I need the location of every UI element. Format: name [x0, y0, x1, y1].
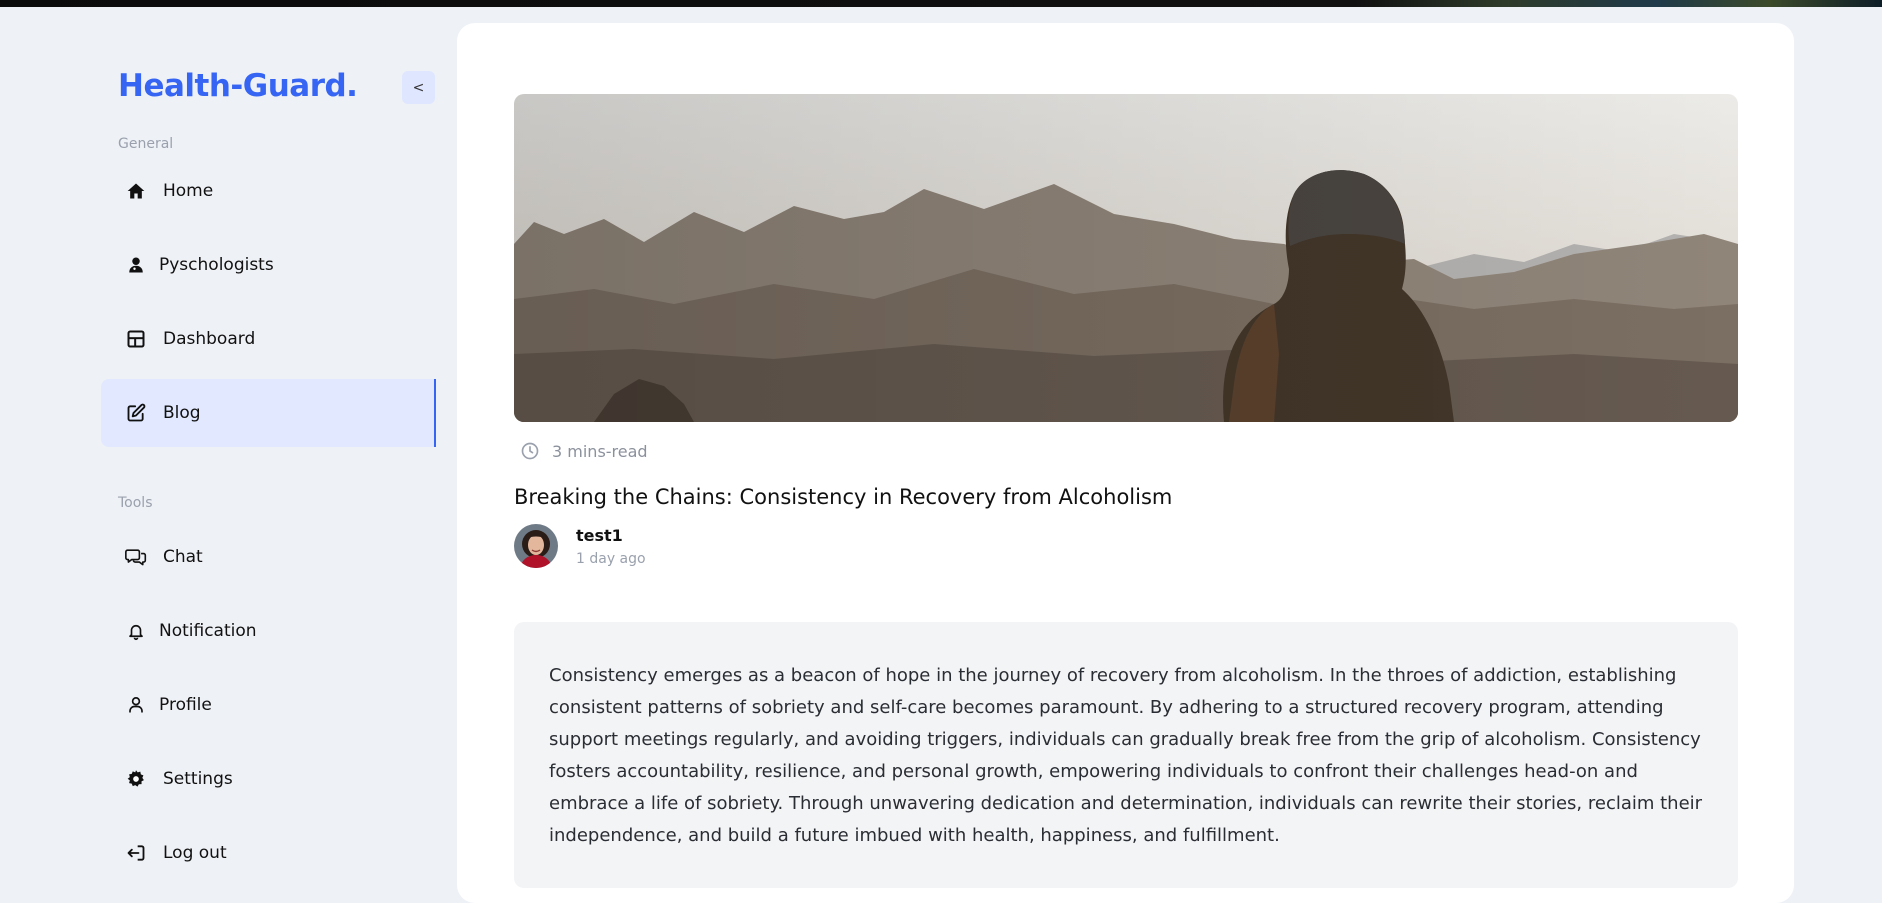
post-title: Breaking the Chains: Consistency in Reco… — [514, 485, 1173, 509]
sidebar-item-profile[interactable]: Profile — [101, 671, 436, 739]
author-name[interactable]: test1 — [576, 526, 646, 545]
post-body: Consistency emerges as a beacon of hope … — [549, 665, 1703, 846]
sidebar-item-label: Log out — [163, 843, 227, 863]
sidebar-item-label: Pyschologists — [159, 255, 274, 275]
post-date: 1 day ago — [576, 550, 646, 567]
sidebar-item-label: Notification — [159, 621, 257, 641]
blog-post-panel: 3 mins-read Breaking the Chains: Consist… — [457, 23, 1794, 903]
sidebar-item-blog[interactable]: Blog — [101, 379, 436, 447]
top-banner-strip — [0, 0, 1882, 7]
bell-icon — [125, 620, 147, 642]
sidebar: Health-Guard. < General Home Pyschologis… — [0, 7, 456, 890]
sidebar-item-label: Profile — [159, 695, 212, 715]
avatar[interactable] — [514, 524, 558, 568]
sidebar-item-label: Chat — [163, 547, 203, 567]
psychologist-icon — [125, 254, 147, 276]
home-icon — [125, 180, 147, 202]
dashboard-icon — [125, 328, 147, 350]
logout-icon — [125, 842, 147, 864]
sidebar-item-settings[interactable]: Settings — [101, 745, 436, 813]
section-label-tools: Tools — [118, 495, 153, 511]
post-author: test1 1 day ago — [514, 524, 646, 568]
user-icon — [125, 694, 147, 716]
sidebar-item-label: Blog — [163, 403, 201, 423]
sidebar-item-label: Home — [163, 181, 214, 201]
sidebar-item-chat[interactable]: Chat — [101, 523, 436, 591]
sidebar-item-home[interactable]: Home — [101, 157, 436, 225]
sidebar-item-psychologists[interactable]: Pyschologists — [101, 231, 436, 299]
sidebar-item-dashboard[interactable]: Dashboard — [101, 305, 436, 373]
chat-icon — [125, 546, 147, 568]
collapse-sidebar-button[interactable]: < — [402, 71, 435, 104]
sidebar-item-notification[interactable]: Notification — [101, 597, 436, 665]
sidebar-item-label: Dashboard — [163, 329, 256, 349]
sidebar-item-label: Settings — [163, 769, 233, 789]
post-body-card: Consistency emerges as a beacon of hope … — [514, 622, 1738, 888]
read-time: 3 mins-read — [520, 441, 648, 461]
read-time-label: 3 mins-read — [552, 441, 648, 461]
blog-hero-image — [514, 94, 1738, 422]
clock-icon — [520, 441, 540, 461]
section-label-general: General — [118, 136, 174, 152]
sidebar-item-logout[interactable]: Log out — [101, 819, 436, 887]
edit-icon — [125, 402, 147, 424]
app-logo[interactable]: Health-Guard. — [118, 68, 358, 104]
gear-icon — [125, 768, 147, 790]
